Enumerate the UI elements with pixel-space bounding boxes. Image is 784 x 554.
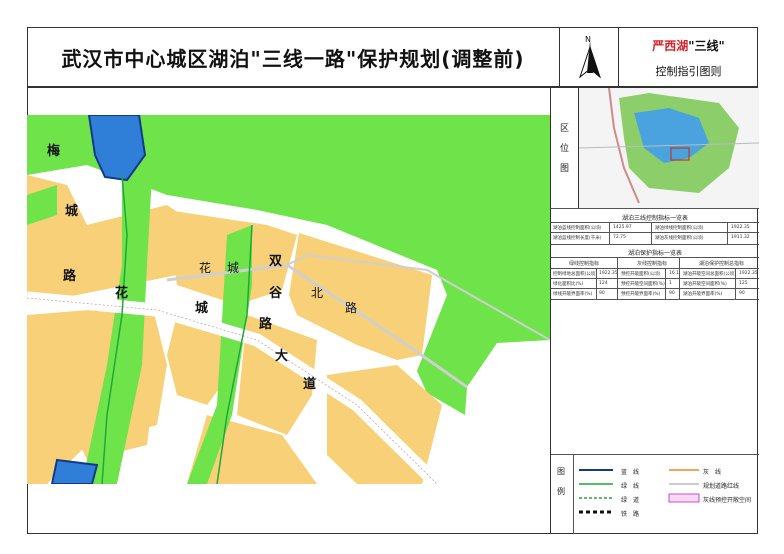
brand-suffix: "三线"	[688, 39, 725, 53]
table2-cell: 124	[599, 281, 608, 286]
road-label-cheng: 城	[195, 300, 208, 316]
table2-cell: 90	[599, 291, 605, 296]
table2-header: 湖泊保护控制总指标	[699, 261, 745, 267]
page-title: 武汉市中心城区湖泊"三线一路"保护规划(调整前)	[61, 47, 525, 71]
table2-cell: 预控开敞界面率(%)	[621, 292, 661, 297]
location-label-cell: 区 位 图	[551, 88, 579, 208]
table1-cell: 1425.97	[613, 225, 632, 230]
table1-cell: 湖泊蓝线控制面积(公顷)	[553, 226, 602, 231]
brand-lake-name: 严西湖	[652, 39, 689, 53]
table1-cell: 72.75	[613, 235, 626, 240]
legend-green-label: 绿 线	[621, 483, 640, 490]
table1-cell: 1911.32	[731, 235, 750, 240]
table2-cell: 16.1	[669, 271, 680, 276]
legend-railway-label: 铁 路	[621, 511, 640, 518]
table1-cell: 1922.35	[731, 225, 750, 230]
road-label-mei: 梅	[47, 143, 60, 159]
table2-cell: 绿线开敞界面率(%)	[553, 292, 593, 297]
table2-cell: 湖泊开敞空间面积(%)	[683, 282, 727, 287]
road-label-dao: 道	[303, 376, 316, 392]
road-label-hua: 花	[115, 285, 128, 301]
table2-cell: 湖泊开敞界面率(%)	[683, 292, 723, 297]
road-label-gu: 谷	[269, 285, 283, 301]
north-arrow-icon: N	[578, 35, 602, 79]
table2-cell: 90	[739, 291, 745, 296]
location-char: 区	[560, 124, 570, 134]
table2-title: 湖泊保护指标一览表	[627, 250, 682, 257]
legend-grey-label: 灰 线	[703, 469, 722, 476]
table2-cell: 湖泊开敞空间总面积(公顷)	[683, 272, 737, 277]
legend-planned-road-label: 规划道路红线	[703, 483, 740, 490]
table1-cell: 湖泊蓝线控制长度(千米)	[553, 236, 602, 241]
table2-cell: 1922.35	[739, 271, 758, 276]
table1-title: 湖泊三线控制指标一览表	[621, 215, 688, 222]
road-label-bei: 北	[311, 286, 323, 300]
brand-title: 严西湖"三线"	[619, 37, 758, 54]
table1-cell: 湖泊绿线控制面积(公顷)	[655, 226, 704, 231]
table2-cell: 控制绿地总面积(公顷)	[553, 272, 598, 277]
brand-block: 严西湖"三线" 控制指引图则	[619, 27, 758, 88]
table2-cell: 1922.35	[599, 271, 618, 276]
legend-pink-label: 灰线预控开敞空间	[703, 497, 752, 504]
location-char: 图	[560, 164, 570, 174]
table2-header: 绿线控制指标	[569, 261, 600, 267]
table2-cell: 1	[669, 281, 672, 286]
legend-label-tu: 图	[557, 467, 565, 476]
legend-blue-label: 蓝 线	[621, 469, 640, 476]
compass: N	[559, 27, 619, 88]
legend-label-li: 例	[557, 487, 565, 496]
road-label-da: 大	[275, 348, 288, 364]
table2-cell: 绿化面积比(%)	[553, 282, 584, 287]
location-char: 位	[560, 144, 570, 154]
road-label-lu: 路	[345, 300, 357, 315]
table2-cell: 90	[669, 291, 675, 296]
table2-header: 灰线控制指标	[637, 261, 668, 267]
lake-water	[50, 458, 99, 484]
road-label-lu: 路	[63, 268, 77, 284]
legend-swatches	[579, 469, 700, 514]
table2-cell: 预控开敞空间面积(%)	[621, 282, 665, 287]
road-label-lu: 路	[259, 316, 273, 332]
land-use-map: 梅 城 路 花 城 花 城 双 谷 路 大 道 北 路	[27, 115, 550, 484]
legend-greenway-label: 绿 道	[621, 497, 640, 504]
road-label-hua: 花	[199, 260, 211, 275]
legend-pink-swatch	[668, 493, 700, 503]
location-minimap	[579, 88, 759, 208]
info-panel: 区 位 图 湖泊三线控制指标一览表 湖泊蓝线控制面积(公顷) 1425.97 湖…	[550, 88, 759, 534]
table1-cell: 湖泊灰线控制面积(公顷)	[655, 236, 704, 241]
road-label-shuang: 双	[269, 254, 282, 269]
table2-cell: 125	[739, 281, 748, 286]
road-label-cheng: 城	[227, 261, 239, 275]
road-label-cheng: 城	[65, 203, 78, 219]
table2-cell: 预控开敞面积(公顷)	[621, 272, 661, 277]
map-canvas: 梅 城 路 花 城 花 城 双 谷 路 大 道 北 路	[27, 115, 550, 484]
brand-subtitle: 控制指引图则	[655, 65, 722, 78]
